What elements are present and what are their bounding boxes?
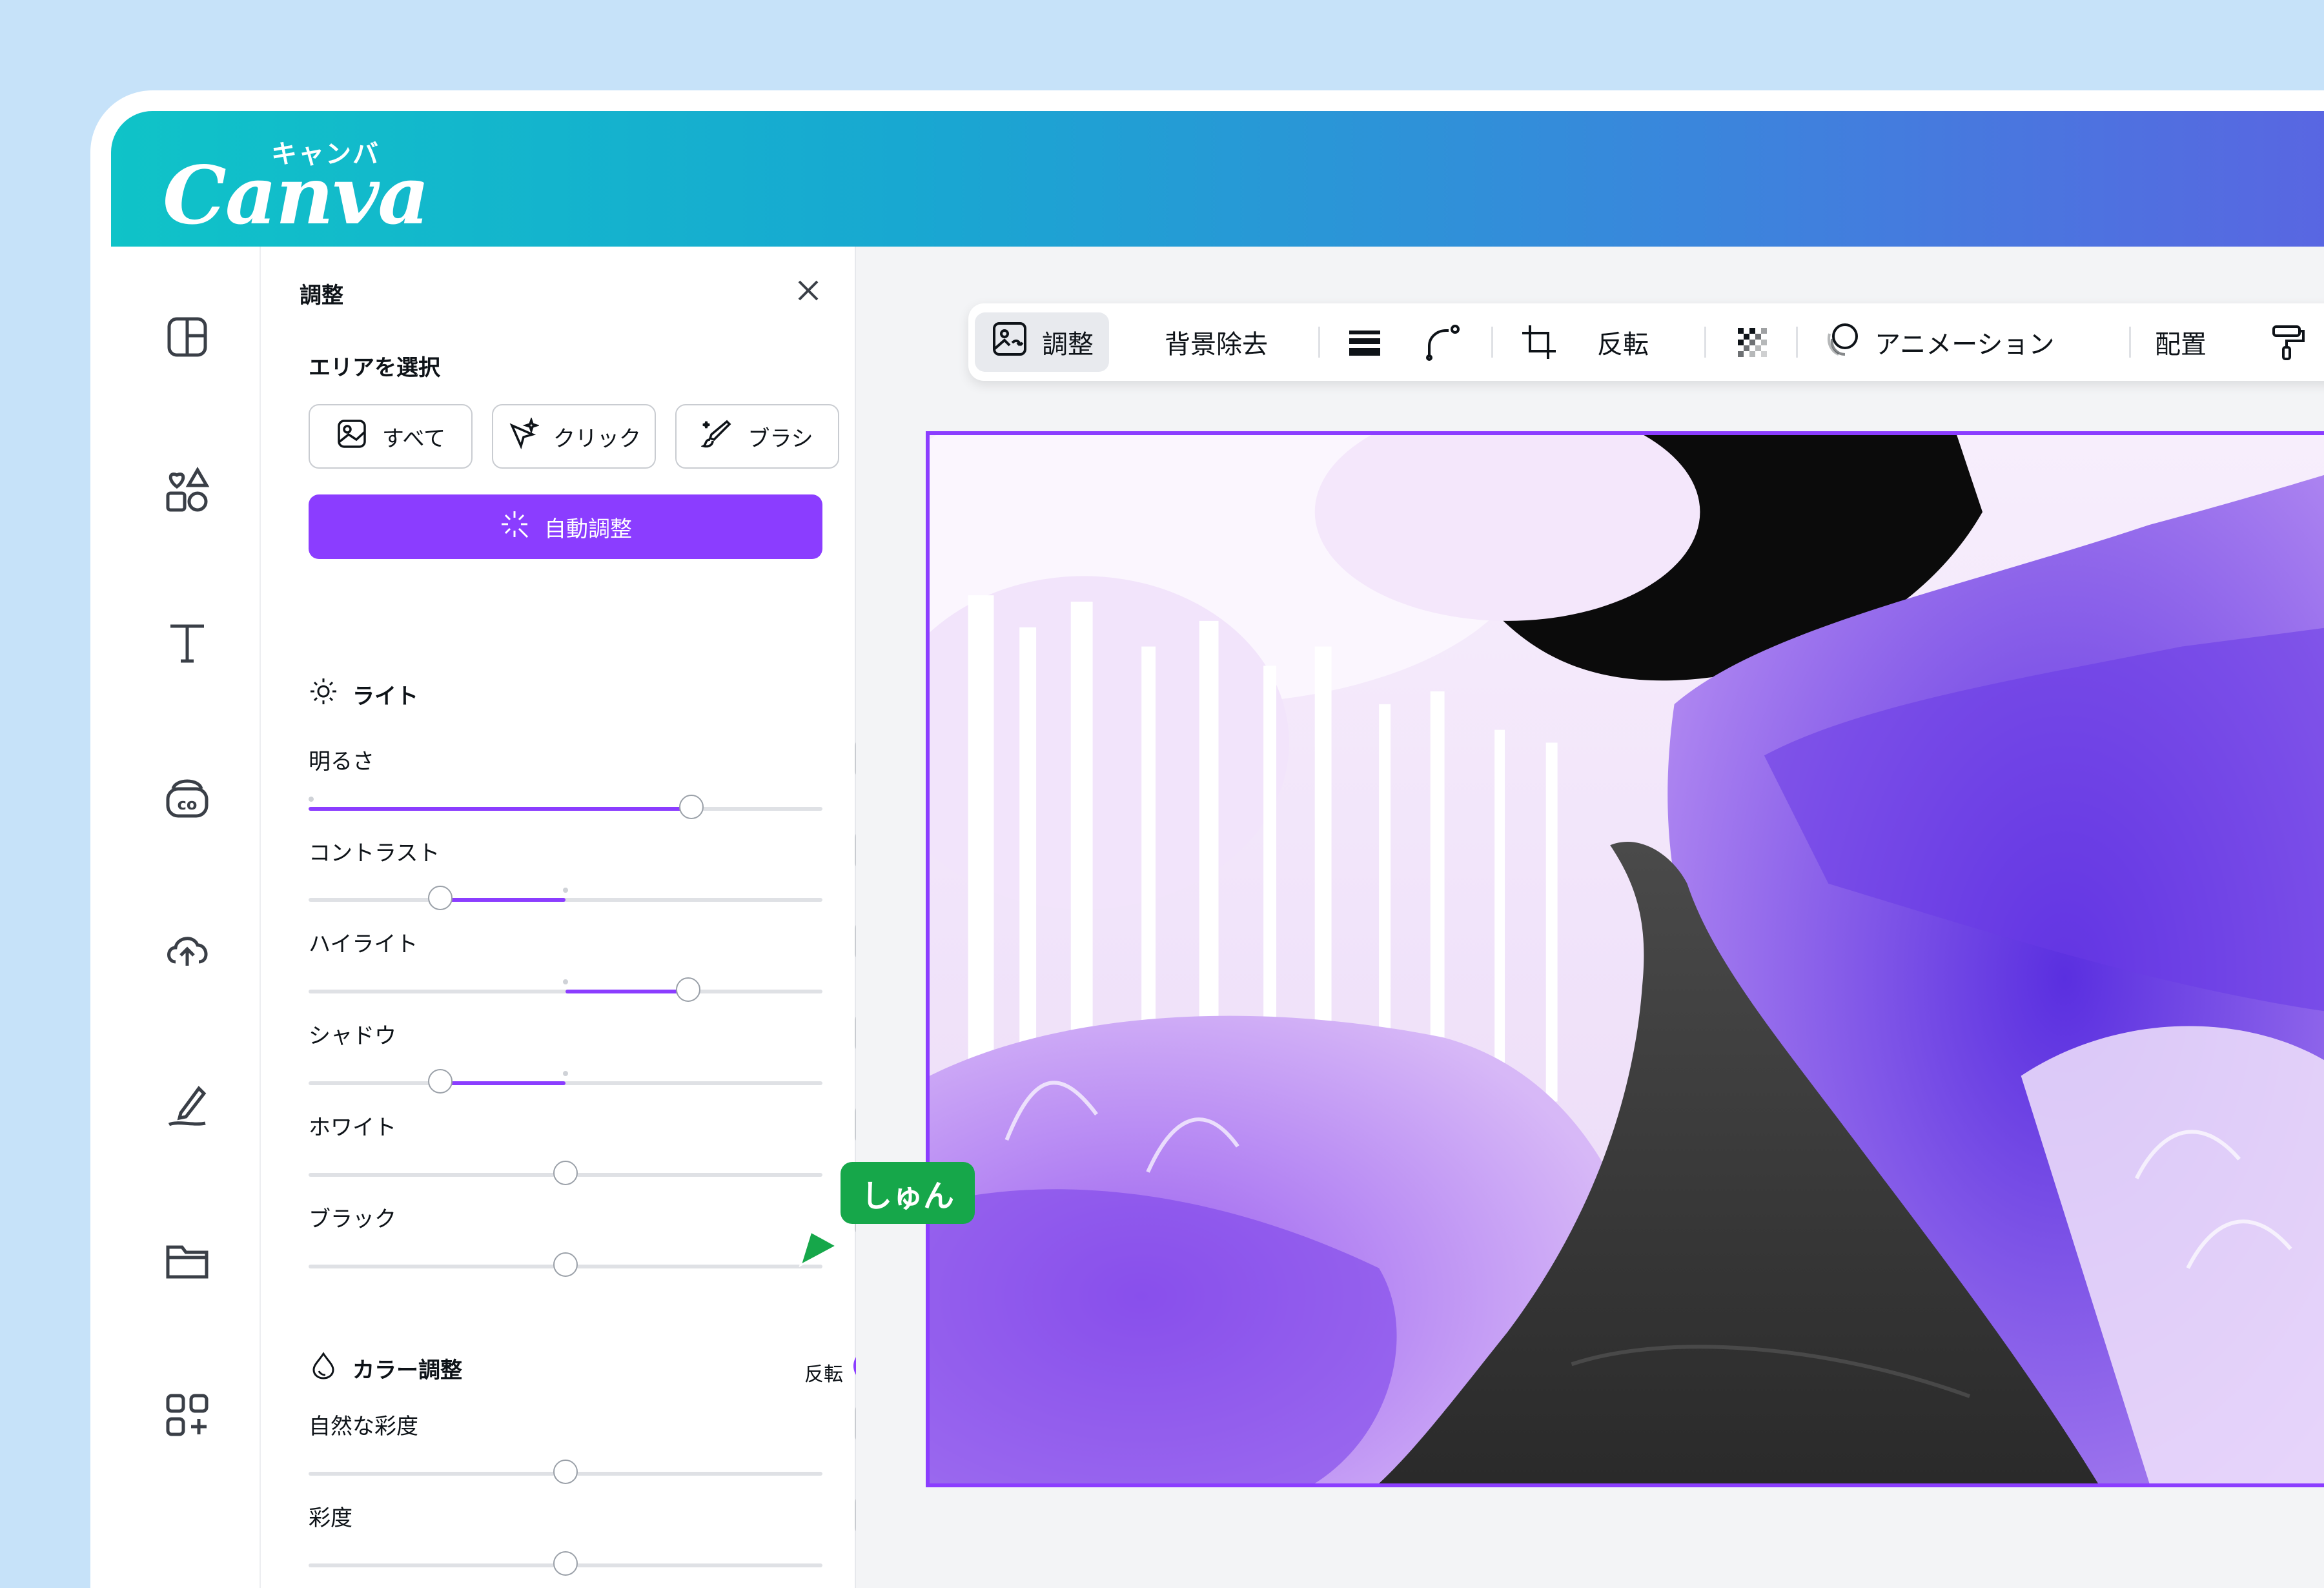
highlight-slider[interactable] [309,977,822,1002]
highlight-label: ハイライト [309,931,418,957]
upload-icon[interactable] [161,924,213,976]
toolbar-separator [2129,327,2131,358]
logo-wordmark: Canva [163,149,430,243]
apps-icon[interactable] [161,1389,213,1441]
adjust-panel: 調整 エリアを選択 すべて クリック ブラシ 自動調整 ライト 明るさ 8 [261,247,909,1588]
projects-icon[interactable] [161,1234,213,1286]
brush-icon [700,418,733,456]
contrast-label: コントラスト [309,840,440,866]
image-toolbar: 調整 背景除去 反転 アニメーション 配置 [968,303,2324,381]
auto-adjust-button[interactable]: 自動調整 [309,494,822,559]
toolbar-adjust-button[interactable]: 調整 [975,312,1109,372]
droplet-icon [309,1350,338,1386]
selected-image[interactable] [926,431,2324,1487]
sun-icon [309,677,338,712]
saturation-label: 彩度 [309,1505,352,1531]
color-heading: カラー調整 [309,1350,462,1386]
toolbar-bg-remove-label: 背景除去 [1165,330,1268,360]
area-heading: エリアを選択 [309,355,440,381]
toolbar-separator [1796,327,1798,358]
white-slider[interactable] [309,1161,822,1185]
brightness-slider[interactable] [309,795,822,819]
toolbar-animation-button[interactable]: アニメーション [1808,312,2070,372]
transparency-icon[interactable] [1717,312,1787,372]
sparkle-icon [499,509,530,545]
layout-icon[interactable] [161,311,213,363]
toolbar-separator [1491,327,1493,358]
paint-roller-icon[interactable] [2253,312,2323,372]
toolbar-animation-label: アニメーション [1875,330,2055,360]
black-slider[interactable] [309,1252,822,1277]
lines-icon[interactable] [1330,312,1400,372]
image-icon [336,418,368,456]
vibrance-label: 自然な彩度 [309,1414,418,1440]
close-icon[interactable] [790,272,826,309]
elements-icon[interactable] [161,463,213,515]
area-click-button[interactable]: クリック [492,404,656,469]
light-heading: ライト [309,677,418,712]
crop-icon[interactable] [1504,312,1574,372]
collaborator-cursor-icon [798,1227,839,1268]
panel-title: 調整 [300,283,343,309]
side-rail: co [111,247,261,1588]
highlight-slider-handle[interactable] [676,977,700,1002]
text-icon[interactable] [161,617,213,669]
black-slider-handle[interactable] [553,1252,578,1277]
header-bar: キャンバ Canva [111,111,2324,247]
area-brush-label: ブラシ [748,425,813,452]
toolbar-flip-button[interactable]: 反転 [1582,312,1664,372]
contrast-slider[interactable] [309,886,822,910]
brightness-label: 明るさ [309,749,374,775]
collaborator-tag: しゅん [841,1162,975,1224]
saturation-slider-handle[interactable] [553,1551,578,1576]
light-heading-label: ライト [352,684,418,709]
white-label: ホワイト [309,1115,396,1141]
saturation-slider[interactable] [309,1551,822,1576]
vibrance-slider-handle[interactable] [553,1460,578,1484]
shadow-slider-handle[interactable] [428,1069,453,1094]
brand-icon[interactable]: co [161,771,213,822]
black-label: ブラック [309,1206,396,1232]
toolbar-bg-remove-button[interactable]: 背景除去 [1149,312,1283,372]
svg-text:co: co [178,795,198,813]
toolbar-position-button[interactable]: 配置 [2139,312,2222,372]
toolbar-separator [1318,327,1320,358]
adjust-image-icon [990,320,1029,365]
contrast-slider-handle[interactable] [428,886,453,910]
animation-icon [1823,320,1862,365]
area-brush-button[interactable]: ブラシ [675,404,839,469]
auto-adjust-label: 自動調整 [544,516,632,542]
toolbar-adjust-label: 調整 [1042,330,1094,360]
shadow-label: シャドウ [309,1023,396,1049]
area-all-label: すべて [382,425,446,452]
corner-radius-icon[interactable] [1407,312,1477,372]
area-all-button[interactable]: すべて [309,404,473,469]
magic-click-icon [507,416,540,456]
toolbar-separator [1704,327,1706,358]
color-heading-label: カラー調整 [352,1358,462,1383]
toolbar-flip-label: 反転 [1597,330,1649,360]
toolbar-position-label: 配置 [2155,330,2207,360]
invert-label: 反転 [804,1363,843,1386]
white-slider-handle[interactable] [553,1161,578,1185]
shadow-slider[interactable] [309,1069,822,1094]
draw-icon[interactable] [161,1079,213,1131]
area-click-label: クリック [553,425,641,452]
vibrance-slider[interactable] [309,1460,822,1484]
brightness-slider-handle[interactable] [679,795,704,819]
inverted-forest-photo [930,435,2324,1483]
